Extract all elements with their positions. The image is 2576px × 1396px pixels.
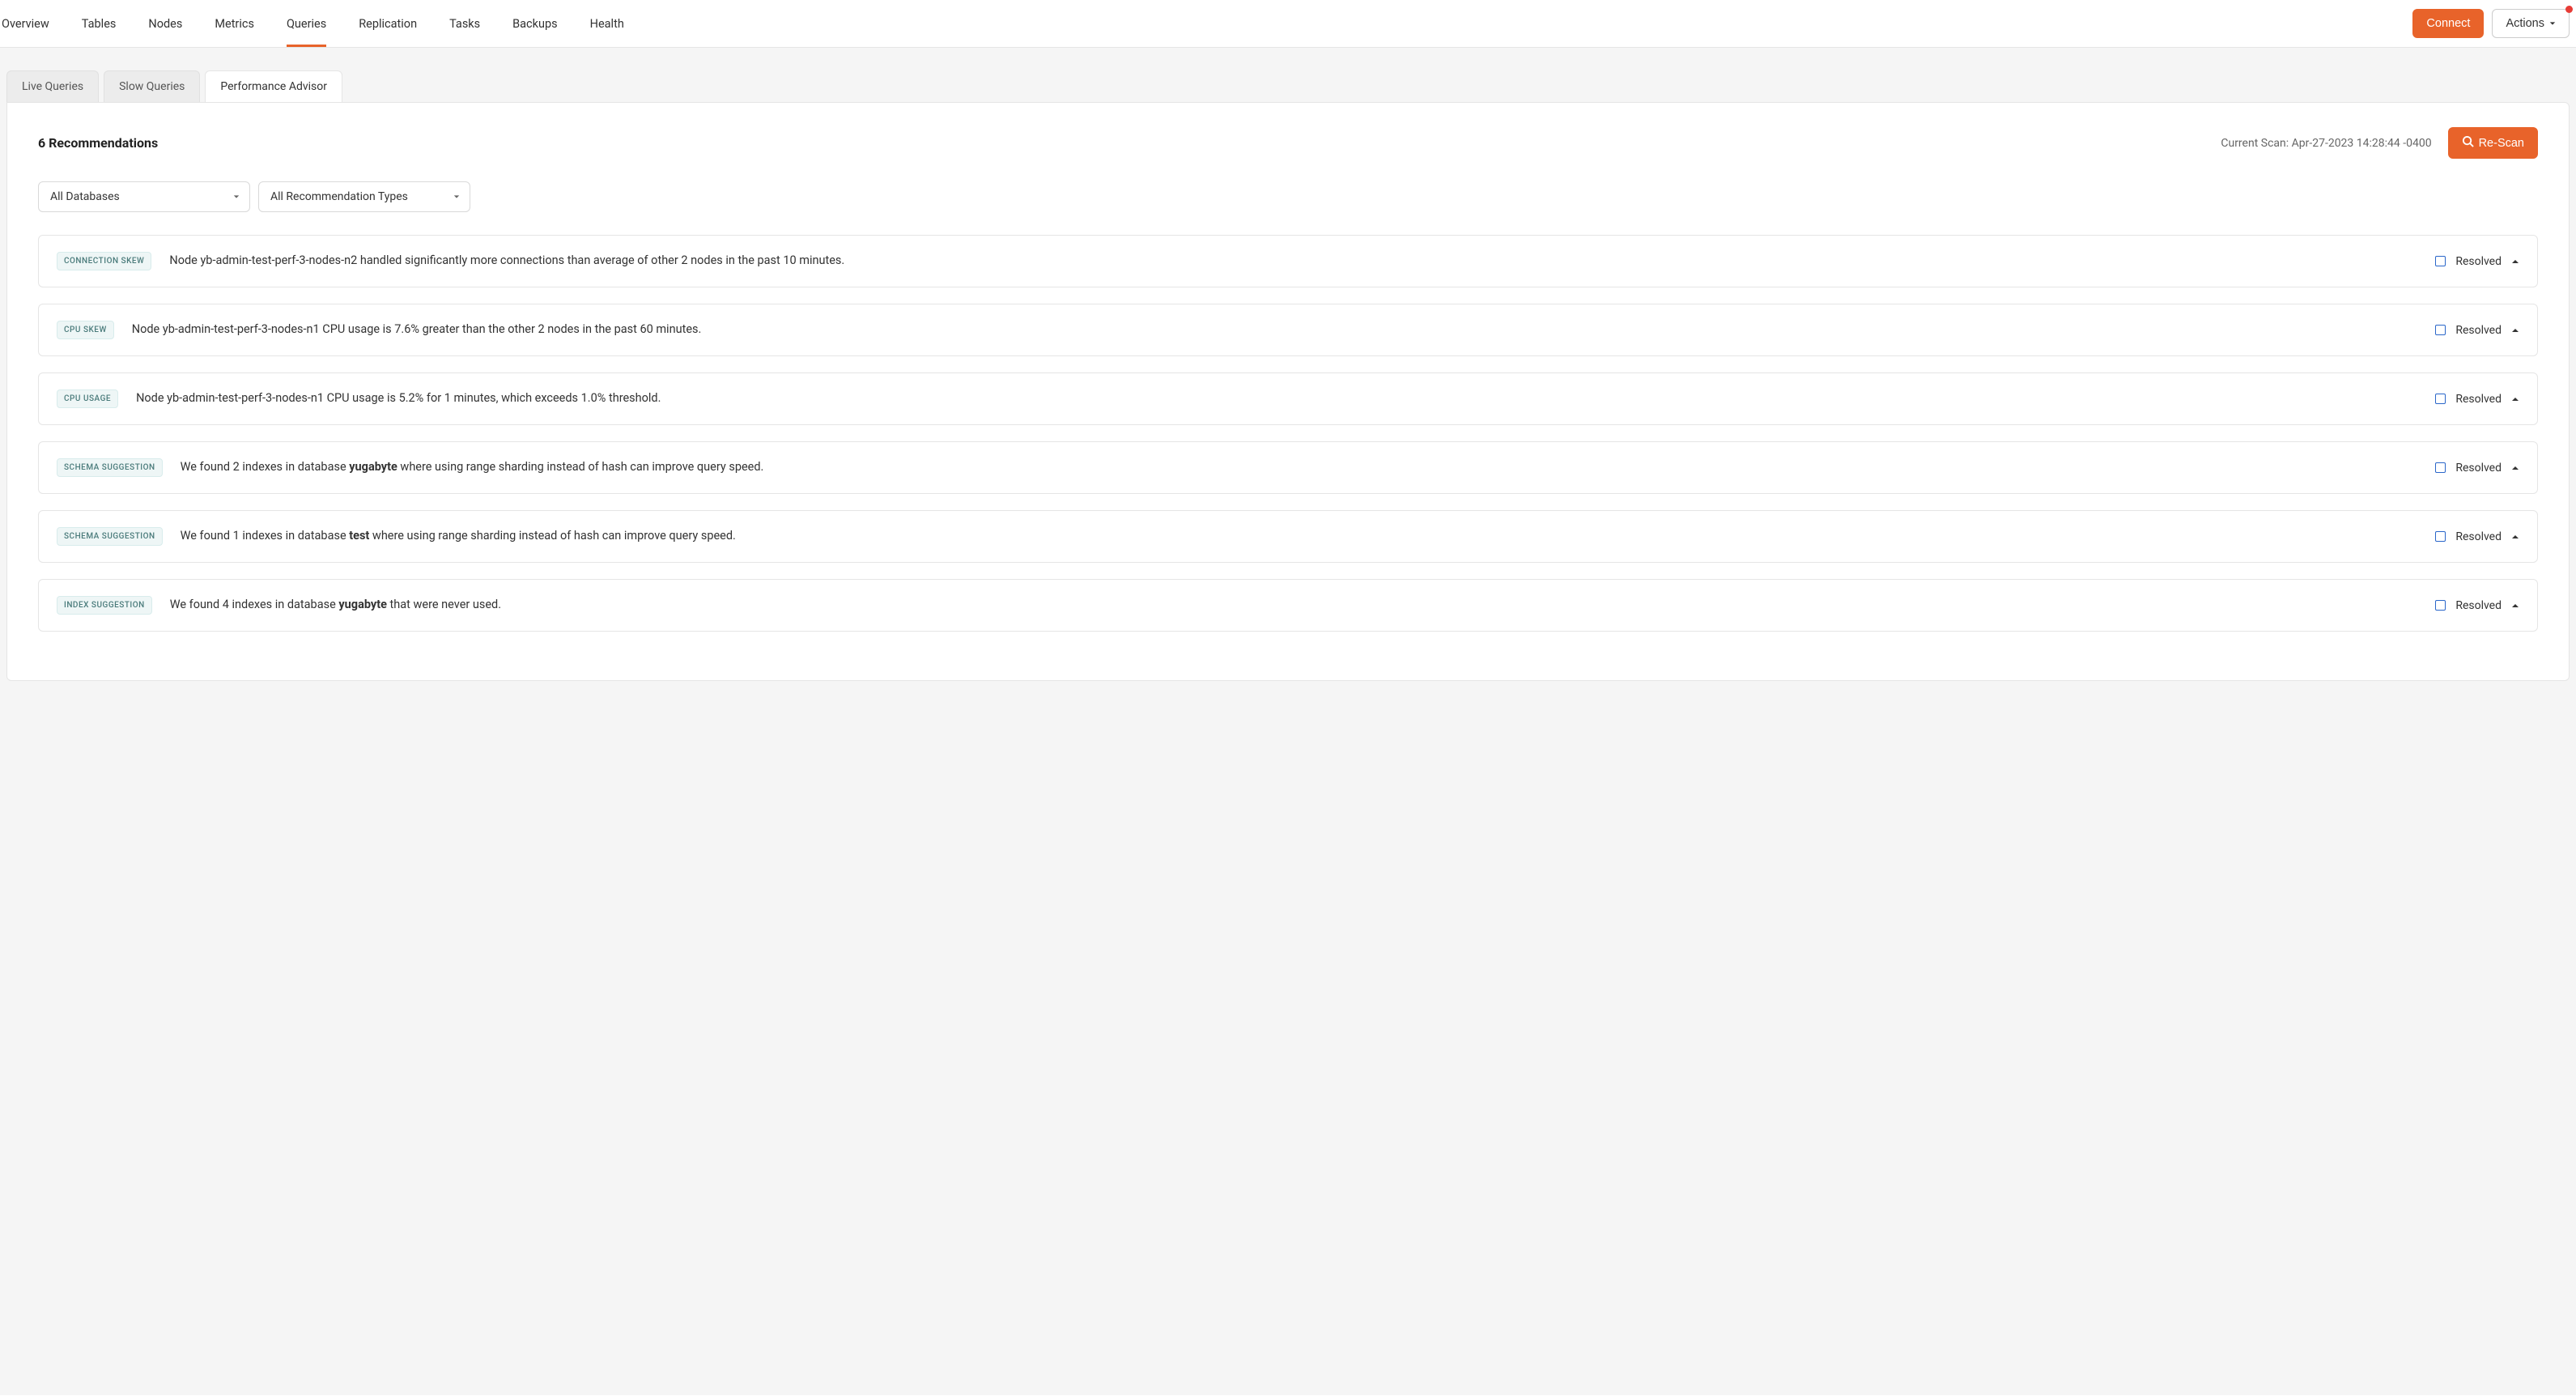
nav-tab-metrics[interactable]: Metrics — [215, 2, 254, 46]
recommendation-text: We found 4 indexes in database yugabyte … — [170, 597, 501, 613]
recommendation-type-filter-dropdown[interactable]: All Recommendation Types — [258, 181, 470, 212]
resolved-label: Resolved — [2455, 599, 2502, 612]
performance-advisor-panel: 6 Recommendations Current Scan: Apr-27-2… — [6, 102, 2570, 681]
nav-tab-health[interactable]: Health — [590, 2, 624, 46]
caret-down-icon — [453, 190, 460, 203]
connect-button[interactable]: Connect — [2412, 9, 2484, 38]
recommendation-tag: SCHEMA SUGGESTION — [57, 527, 163, 546]
resolved-label: Resolved — [2455, 462, 2502, 475]
recommendation-right: Resolved — [2435, 599, 2519, 612]
recommendation-list: CONNECTION SKEW Node yb-admin-test-perf-3… — [38, 235, 2538, 632]
database-filter-dropdown[interactable]: All Databases — [38, 181, 250, 212]
subtab-performance-advisor[interactable]: Performance Advisor — [205, 70, 342, 102]
current-scan-text: Current Scan: Apr-27-2023 14:28:44 -0400 — [2221, 137, 2431, 150]
recommendations-count-title: 6 Recommendations — [38, 135, 158, 151]
recommendation-tag: CPU USAGE — [57, 389, 118, 408]
recommendation-card: CPU USAGE Node yb-admin-test-perf-3-nodes… — [38, 372, 2538, 425]
rescan-button[interactable]: Re-Scan — [2448, 127, 2538, 159]
recommendation-card: SCHEMA SUGGESTION We found 2 indexes in d… — [38, 441, 2538, 494]
nav-tab-tasks[interactable]: Tasks — [449, 2, 480, 46]
resolved-checkbox[interactable] — [2435, 531, 2446, 542]
recommendation-left: SCHEMA SUGGESTION We found 1 indexes in d… — [57, 527, 2419, 546]
resolved-label: Resolved — [2455, 393, 2502, 406]
caret-down-icon — [2549, 17, 2556, 30]
recommendation-card: CPU SKEW Node yb-admin-test-perf-3-nodes-… — [38, 304, 2538, 356]
recommendation-left: INDEX SUGGESTION We found 4 indexes in da… — [57, 596, 2419, 615]
recommendation-right: Resolved — [2435, 324, 2519, 337]
recommendation-tag: SCHEMA SUGGESTION — [57, 458, 163, 477]
nav-tab-nodes[interactable]: Nodes — [148, 2, 182, 46]
nav-tab-replication[interactable]: Replication — [359, 2, 417, 46]
recommendation-right: Resolved — [2435, 530, 2519, 543]
nav-tab-backups[interactable]: Backups — [512, 2, 557, 46]
notification-dot-icon — [2565, 6, 2573, 13]
recommendation-left: SCHEMA SUGGESTION We found 2 indexes in d… — [57, 458, 2419, 477]
resolved-checkbox[interactable] — [2435, 256, 2446, 266]
nav-right: Connect Actions — [2412, 9, 2574, 38]
collapse-icon[interactable] — [2511, 602, 2519, 610]
recommendation-tag: INDEX SUGGESTION — [57, 596, 152, 615]
subtab-row: Live QueriesSlow QueriesPerformance Advi… — [0, 48, 2576, 102]
collapse-icon[interactable] — [2511, 533, 2519, 541]
resolved-label: Resolved — [2455, 530, 2502, 543]
recommendation-tag: CPU SKEW — [57, 321, 114, 339]
recommendation-left: CONNECTION SKEW Node yb-admin-test-perf-3… — [57, 252, 2419, 270]
recommendation-right: Resolved — [2435, 462, 2519, 475]
nav-tab-queries[interactable]: Queries — [287, 2, 326, 46]
nav-tabs: Overview Tables Nodes Metrics Queries Replica… — [2, 0, 624, 47]
actions-button[interactable]: Actions — [2492, 9, 2570, 38]
rescan-label: Re-Scan — [2479, 137, 2524, 150]
collapse-icon[interactable] — [2511, 464, 2519, 472]
top-nav: Overview Tables Nodes Metrics Queries Replica… — [0, 0, 2576, 48]
recommendation-card: CONNECTION SKEW Node yb-admin-test-perf-3… — [38, 235, 2538, 287]
recommendation-type-filter-label: All Recommendation Types — [270, 190, 408, 203]
search-icon — [2462, 135, 2474, 151]
recommendation-text: We found 2 indexes in database yugabyte … — [181, 459, 764, 475]
resolved-checkbox[interactable] — [2435, 394, 2446, 404]
collapse-icon[interactable] — [2511, 326, 2519, 334]
recommendation-bold: test — [349, 529, 369, 543]
resolved-checkbox[interactable] — [2435, 600, 2446, 611]
connect-label: Connect — [2426, 17, 2470, 30]
scan-block: Current Scan: Apr-27-2023 14:28:44 -0400… — [2221, 127, 2538, 159]
collapse-icon[interactable] — [2511, 257, 2519, 266]
recommendation-text: Node yb-admin-test-perf-3-nodes-n1 CPU u… — [136, 390, 661, 406]
recommendation-right: Resolved — [2435, 255, 2519, 268]
recommendation-text: Node yb-admin-test-perf-3-nodes-n1 CPU u… — [132, 321, 702, 338]
recommendation-left: CPU USAGE Node yb-admin-test-perf-3-nodes… — [57, 389, 2419, 408]
page-body: Live QueriesSlow QueriesPerformance Advi… — [0, 48, 2576, 1395]
nav-tab-overview[interactable]: Overview — [2, 2, 49, 46]
nav-tab-tables[interactable]: Tables — [82, 2, 117, 46]
recommendation-tag: CONNECTION SKEW — [57, 252, 151, 270]
recommendation-card: INDEX SUGGESTION We found 4 indexes in da… — [38, 579, 2538, 632]
caret-down-icon — [233, 190, 240, 203]
resolved-checkbox[interactable] — [2435, 462, 2446, 473]
subtab-slow-queries[interactable]: Slow Queries — [104, 70, 200, 102]
recommendation-left: CPU SKEW Node yb-admin-test-perf-3-nodes-… — [57, 321, 2419, 339]
resolved-checkbox[interactable] — [2435, 325, 2446, 335]
recommendation-bold: yugabyte — [338, 598, 387, 611]
actions-label: Actions — [2506, 17, 2544, 30]
recommendation-right: Resolved — [2435, 393, 2519, 406]
recommendation-text: We found 1 indexes in database test wher… — [181, 528, 736, 544]
collapse-icon[interactable] — [2511, 395, 2519, 403]
recommendation-bold: yugabyte — [349, 460, 397, 474]
filter-row: All Databases All Recommendation Types — [38, 181, 2538, 212]
resolved-label: Resolved — [2455, 324, 2502, 337]
panel-header: 6 Recommendations Current Scan: Apr-27-2… — [38, 127, 2538, 159]
resolved-label: Resolved — [2455, 255, 2502, 268]
recommendation-card: SCHEMA SUGGESTION We found 1 indexes in d… — [38, 510, 2538, 563]
database-filter-label: All Databases — [50, 190, 120, 203]
recommendation-text: Node yb-admin-test-perf-3-nodes-n2 handl… — [169, 253, 844, 269]
subtab-live-queries[interactable]: Live Queries — [6, 70, 99, 102]
